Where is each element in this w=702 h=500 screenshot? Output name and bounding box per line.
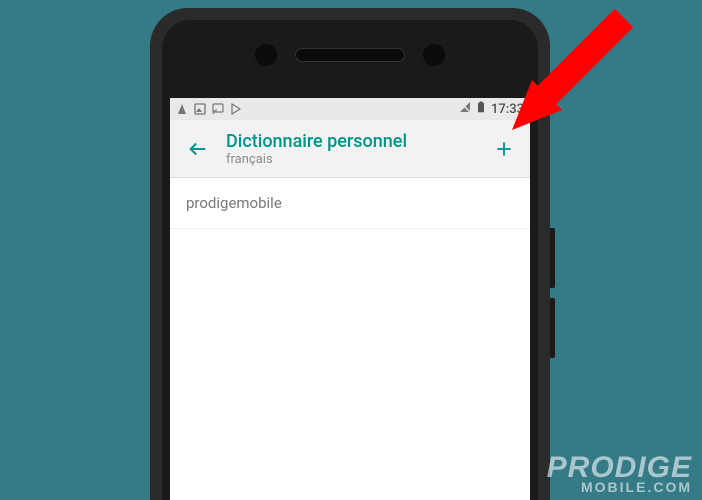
app-bar: Dictionnaire personnel français	[170, 120, 530, 178]
image-icon	[194, 103, 206, 115]
back-button[interactable]	[184, 135, 212, 163]
status-icons-right: 17:33	[459, 101, 524, 117]
play-store-icon	[230, 103, 242, 115]
battery-icon	[475, 101, 487, 117]
word-list: prodigemobile	[170, 178, 530, 229]
list-item[interactable]: prodigemobile	[170, 178, 530, 229]
phone-side-button-2	[550, 298, 555, 358]
phone-bezel: 17:33 Dictionnaire personnel français	[162, 20, 538, 500]
watermark-line1: PRODIGE	[547, 454, 692, 481]
page-title: Dictionnaire personnel	[226, 131, 407, 152]
watermark-line2: MOBILE.COM	[547, 481, 692, 494]
signal-icon	[459, 101, 471, 117]
phone-speaker	[255, 44, 445, 66]
watermark: PRODIGE MOBILE.COM	[547, 454, 692, 494]
vlc-icon	[176, 103, 188, 115]
arrow-left-icon	[187, 138, 209, 160]
status-icons-left	[176, 103, 242, 115]
list-item-label: prodigemobile	[186, 194, 282, 212]
phone-screen: 17:33 Dictionnaire personnel français	[170, 98, 530, 500]
add-word-button[interactable]	[488, 133, 520, 165]
status-bar: 17:33	[170, 98, 530, 120]
plus-icon	[494, 139, 514, 159]
phone-frame: 17:33 Dictionnaire personnel français	[150, 8, 550, 500]
app-bar-titles: Dictionnaire personnel français	[226, 131, 407, 167]
status-time: 17:33	[491, 102, 524, 117]
cast-icon	[212, 103, 224, 115]
page-subtitle: français	[226, 152, 407, 167]
phone-side-button-1	[550, 228, 555, 288]
